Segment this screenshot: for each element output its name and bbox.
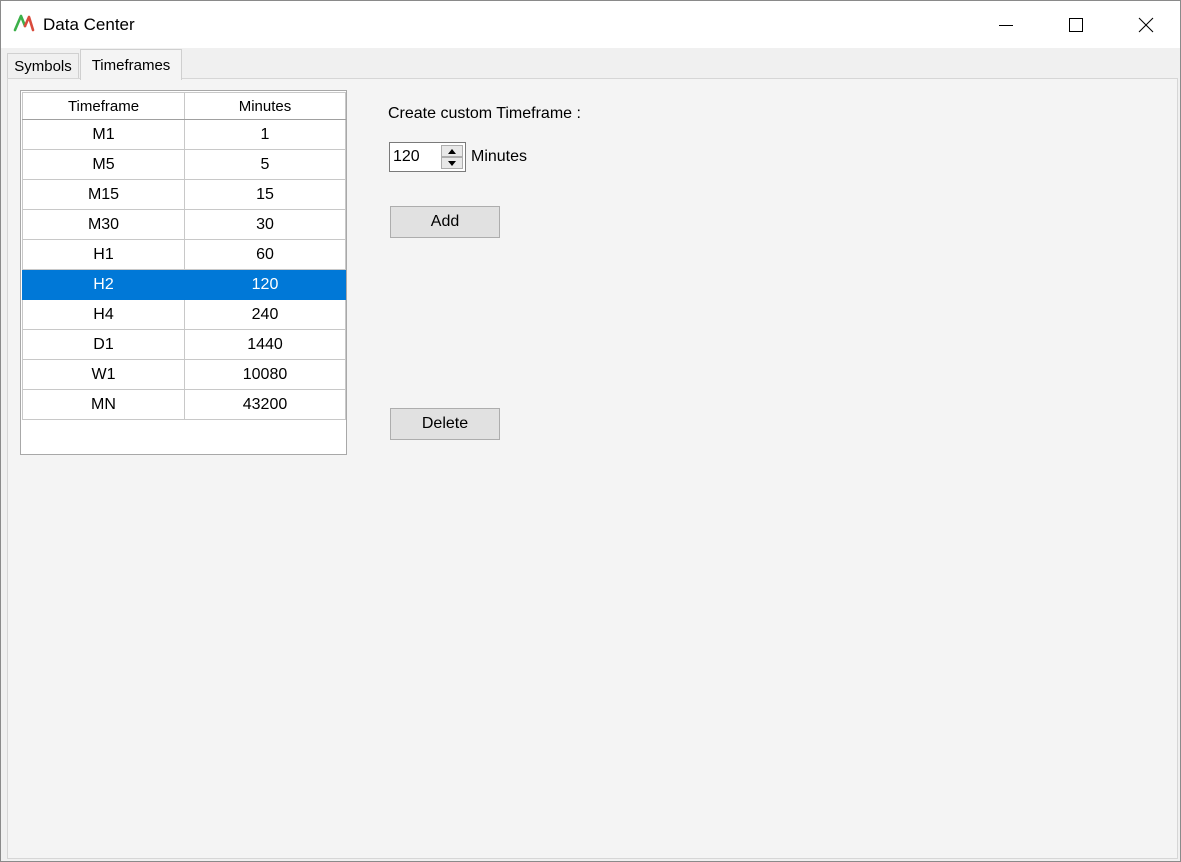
cell-minutes: 5 [184, 149, 346, 180]
table-row[interactable]: H2 120 [22, 269, 346, 300]
title-bar[interactable]: Data Center [1, 1, 1180, 48]
maximize-button[interactable] [1041, 1, 1111, 48]
cell-minutes: 1 [184, 119, 346, 150]
table-row[interactable]: D1 1440 [22, 329, 346, 360]
arrow-down-icon [448, 160, 456, 166]
table-row[interactable]: H1 60 [22, 239, 346, 270]
app-logo-icon [13, 14, 35, 32]
cell-minutes: 10080 [184, 359, 346, 390]
tab-timeframes[interactable]: Timeframes [80, 49, 182, 80]
cell-minutes: 1440 [184, 329, 346, 360]
tab-symbols[interactable]: Symbols [7, 53, 79, 79]
cell-minutes: 15 [184, 179, 346, 210]
stepper-up-button[interactable] [441, 145, 463, 157]
cell-timeframe: H1 [22, 239, 185, 270]
cell-timeframe: W1 [22, 359, 185, 390]
delete-button[interactable]: Delete [390, 408, 500, 440]
minimize-icon [999, 24, 1013, 26]
cell-timeframe: M30 [22, 209, 185, 240]
arrow-up-icon [448, 148, 456, 154]
add-button[interactable]: Add [390, 206, 500, 238]
close-button[interactable] [1111, 1, 1180, 48]
cell-minutes: 120 [184, 269, 346, 300]
cell-minutes: 30 [184, 209, 346, 240]
maximize-icon [1069, 17, 1083, 32]
table-row[interactable]: MN 43200 [22, 389, 346, 420]
table-row[interactable]: W1 10080 [22, 359, 346, 390]
cell-timeframe: H4 [22, 299, 185, 330]
stepper-buttons [441, 145, 463, 169]
cell-timeframe: M15 [22, 179, 185, 210]
cell-timeframe: M5 [22, 149, 185, 180]
column-header-minutes[interactable]: Minutes [184, 92, 346, 120]
minimize-button[interactable] [971, 1, 1041, 48]
cell-timeframe: MN [22, 389, 185, 420]
cell-minutes: 60 [184, 239, 346, 270]
cell-timeframe: H2 [22, 269, 185, 300]
data-center-window: Data Center Symbols Timeframes Timeframe… [0, 0, 1181, 862]
table-row[interactable]: M1 1 [22, 119, 346, 150]
cell-minutes: 43200 [184, 389, 346, 420]
timeframe-table: Timeframe Minutes M1 1 M5 5 M15 15 M30 30 H1 60 H2… [22, 92, 346, 420]
stepper-down-button[interactable] [441, 157, 463, 169]
cell-timeframe: M1 [22, 119, 185, 150]
close-icon [1138, 17, 1154, 32]
minutes-input[interactable] [393, 146, 439, 168]
create-custom-label: Create custom Timeframe : [388, 105, 581, 122]
minutes-stepper[interactable] [389, 142, 466, 172]
table-row[interactable]: M30 30 [22, 209, 346, 240]
window-title: Data Center [43, 15, 135, 34]
column-header-timeframe[interactable]: Timeframe [22, 92, 185, 120]
table-row[interactable]: M5 5 [22, 149, 346, 180]
cell-minutes: 240 [184, 299, 346, 330]
cell-timeframe: D1 [22, 329, 185, 360]
table-row[interactable]: H4 240 [22, 299, 346, 330]
table-row[interactable]: M15 15 [22, 179, 346, 210]
timeframe-list[interactable]: Timeframe Minutes M1 1 M5 5 M15 15 M30 30 H1 60 H2… [20, 90, 347, 455]
minutes-unit-label: Minutes [471, 148, 528, 165]
